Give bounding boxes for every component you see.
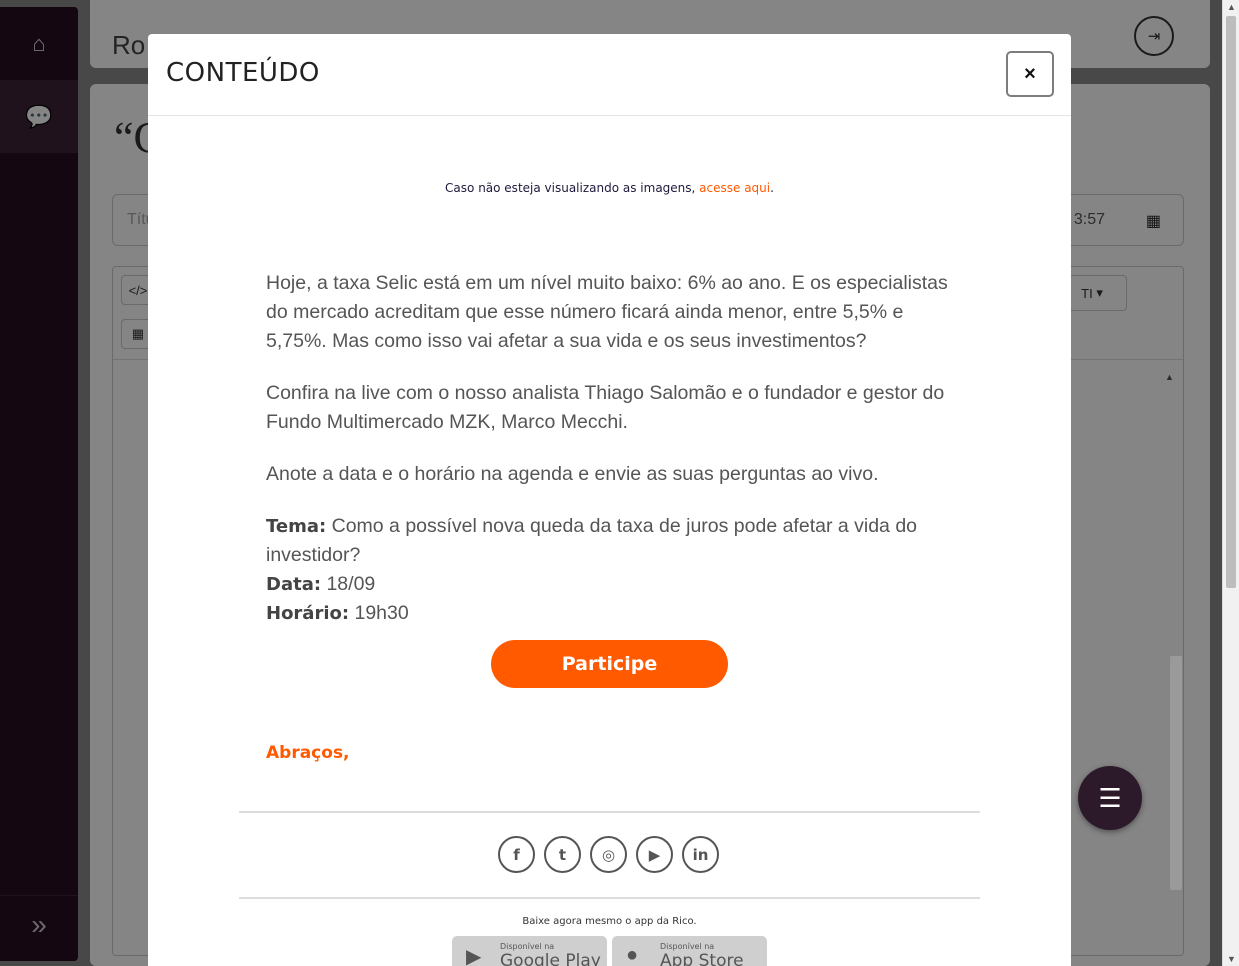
- paragraph: Confira na live com o nosso analista Thi…: [266, 382, 945, 433]
- menu-fab-button[interactable]: ☰: [1078, 766, 1142, 830]
- modal-header: CONTEÚDO ×: [148, 34, 1071, 116]
- apple-icon: ●: [626, 944, 639, 966]
- page-scrollbar[interactable]: ▲ ▼: [1222, 0, 1239, 966]
- scroll-down-icon[interactable]: ▼: [1227, 954, 1236, 964]
- horario-label: Horário:: [266, 603, 350, 624]
- notice-text: Caso não esteja visualizando as imagens,: [445, 181, 700, 195]
- event-info: Tema: Como a possível nova queda da taxa…: [266, 512, 966, 628]
- store-name: Google Play: [500, 951, 601, 966]
- instagram-icon[interactable]: ◎: [590, 836, 627, 873]
- participe-button[interactable]: Participe: [491, 640, 728, 688]
- google-play-icon: ▶: [466, 946, 482, 966]
- notice-suffix: .: [770, 181, 774, 195]
- email-body: Hoje, a taxa Selic está em um nível muit…: [266, 269, 966, 628]
- data-line: Data: 18/09: [266, 570, 966, 599]
- scroll-up-icon[interactable]: ▲: [1227, 2, 1236, 12]
- editor-scrollbar-thumb[interactable]: [1170, 656, 1182, 890]
- horario-line: Horário: 19h30: [266, 599, 966, 628]
- store-small-label: Disponível na: [500, 942, 555, 951]
- close-icon: ×: [1024, 62, 1036, 85]
- notice-link[interactable]: acesse aqui: [699, 181, 770, 195]
- app-download-text: Baixe agora mesmo o app da Rico.: [522, 916, 697, 927]
- page-scrollbar-thumb[interactable]: [1226, 16, 1236, 588]
- image-notice: Caso não esteja visualizando as imagens,…: [148, 181, 1071, 195]
- data-label: Data:: [266, 574, 322, 595]
- twitter-icon[interactable]: t: [544, 836, 581, 873]
- divider: [239, 897, 980, 899]
- closing-text: Abraços,: [266, 743, 350, 763]
- app-store-badge[interactable]: ● Disponível na App Store: [612, 936, 767, 966]
- store-small-label: Disponível na: [660, 942, 715, 951]
- paragraph: Anote a data e o horário na agenda e env…: [266, 463, 879, 485]
- facebook-icon[interactable]: f: [498, 836, 535, 873]
- store-name: App Store: [660, 951, 744, 966]
- tema-line: Tema: Como a possível nova queda da taxa…: [266, 512, 966, 570]
- social-links: f t ◎ ▶ in: [498, 836, 719, 873]
- content-modal: CONTEÚDO × Caso não esteja visualizando …: [148, 34, 1071, 966]
- horario-value: 19h30: [349, 602, 409, 624]
- menu-icon: ☰: [1098, 782, 1122, 813]
- divider: [239, 811, 980, 813]
- tema-value: Como a possível nova queda da taxa de ju…: [266, 515, 918, 566]
- paragraph: Hoje, a taxa Selic está em um nível muit…: [266, 272, 948, 352]
- tema-label: Tema:: [266, 516, 327, 537]
- linkedin-icon[interactable]: in: [682, 836, 719, 873]
- close-button[interactable]: ×: [1006, 51, 1054, 97]
- data-value: 18/09: [321, 573, 376, 595]
- modal-title: CONTEÚDO: [166, 58, 320, 88]
- youtube-icon[interactable]: ▶: [636, 836, 673, 873]
- google-play-badge[interactable]: ▶ Disponível na Google Play: [452, 936, 607, 966]
